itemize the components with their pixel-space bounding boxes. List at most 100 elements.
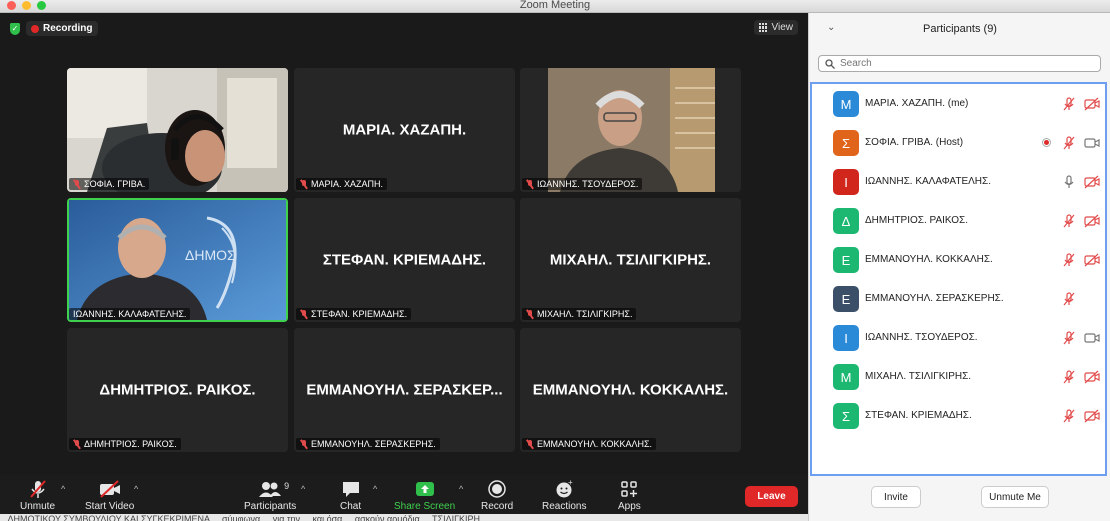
mic-muted-icon bbox=[1062, 409, 1076, 428]
recording-indicator[interactable]: Recording bbox=[26, 21, 99, 36]
camera-off-icon bbox=[98, 479, 122, 499]
reactions-label: Reactions bbox=[542, 501, 587, 512]
participant-row[interactable]: Μ ΜΑΡΙΑ. ΧΑΖΑΠΗ. (me) bbox=[812, 84, 1105, 123]
participant-row[interactable]: Σ ΣΟΦΙΑ. ΓΡΙΒΑ. (Host) bbox=[812, 123, 1105, 162]
participant-name: ΕΜΜΑΝΟΥΗΛ. ΣΕΡΑΣΚΕΡΗΣ. bbox=[865, 293, 1004, 304]
apps-icon bbox=[619, 479, 639, 499]
mic-muted-icon bbox=[526, 309, 534, 319]
record-label: Record bbox=[481, 501, 514, 512]
mic-muted-icon bbox=[526, 439, 534, 449]
shield-icon[interactable]: ✓ bbox=[10, 22, 20, 35]
search-icon bbox=[825, 58, 835, 69]
unmute-button[interactable]: Unmute bbox=[20, 479, 55, 512]
mic-muted-icon bbox=[1062, 331, 1076, 350]
mic-muted-icon bbox=[1062, 97, 1076, 116]
recording-icon bbox=[1042, 138, 1051, 147]
video-tile[interactable]: ΣΟΦΙΑ. ΓΡΙΒΑ. bbox=[67, 68, 288, 192]
video-tile[interactable]: ΜΙΧΑΗΛ. ΤΣΙΛΙΓΚΙΡΗΣ. ΜΙΧΑΗΛ. ΤΣΙΛΙΓΚΙΡΗΣ… bbox=[520, 198, 741, 322]
participant-name: ΕΜΜΑΝΟΥΗΛ. ΚΟΚΚΑΛΗΣ. bbox=[865, 254, 993, 265]
participant-avatar: Ι bbox=[833, 169, 859, 195]
participant-row[interactable]: Ε ΕΜΜΑΝΟΥΗΛ. ΣΕΡΑΣΚΕΡΗΣ. bbox=[812, 279, 1105, 318]
participant-name: ΙΩΑΝΝΗΣ. ΚΑΛΑΦΑΤΕΛΗΣ. bbox=[865, 176, 991, 187]
participant-row[interactable]: Δ ΔΗΜΗΤΡΙΟΣ. ΡΑΙΚΟΣ. bbox=[812, 201, 1105, 240]
mic-muted-icon bbox=[73, 179, 81, 189]
participant-display-name: ΣΤΕΦΑΝ. ΚΡΙΕΜΑΔΗΣ. bbox=[322, 251, 487, 269]
share-options-caret-icon[interactable]: ^ bbox=[459, 484, 463, 494]
participant-search[interactable] bbox=[818, 55, 1101, 72]
camera-off-icon bbox=[1084, 409, 1100, 428]
participant-display-name: ΜΑΡΙΑ. ΧΑΖΑΠΗ. bbox=[342, 121, 467, 139]
video-tile[interactable]: ΕΜΜΑΝΟΥΗΛ. ΚΟΚΚΑΛΗΣ. ΕΜΜΑΝΟΥΗΛ. ΚΟΚΚΑΛΗΣ… bbox=[520, 328, 741, 452]
mic-muted-icon bbox=[1062, 214, 1076, 233]
tile-name-label: ΕΜΜΑΝΟΥΗΛ. ΣΕΡΑΣΚΕΡΗΣ. bbox=[296, 438, 440, 450]
video-tile[interactable]: ΔΗΜΗΤΡΙΟΣ. ΡΑΙΚΟΣ. ΔΗΜΗΤΡΙΟΣ. ΡΑΙΚΟΣ. bbox=[67, 328, 288, 452]
start-video-button[interactable]: Start Video bbox=[85, 479, 134, 512]
participant-video bbox=[520, 68, 741, 192]
record-button[interactable]: Record bbox=[481, 479, 513, 512]
participant-display-name: ΕΜΜΑΝΟΥΗΛ. ΣΕΡΑΣΚΕΡ... bbox=[306, 381, 503, 399]
share-screen-button[interactable]: Share Screen bbox=[394, 479, 455, 512]
leave-button[interactable]: Leave bbox=[745, 486, 798, 507]
camera-off-icon bbox=[1084, 214, 1100, 233]
view-button[interactable]: View bbox=[753, 20, 798, 35]
chat-options-caret-icon[interactable]: ^ bbox=[373, 484, 377, 494]
participant-avatar: Μ bbox=[833, 364, 859, 390]
meeting-area: ✓ Recording View ΣΟΦΙΑ. ΓΡΙΒΑ. ΜΑΡΙΑ. ΧΑ… bbox=[0, 13, 808, 475]
participant-name: ΔΗΜΗΤΡΙΟΣ. ΡΑΙΚΟΣ. bbox=[865, 215, 969, 226]
tile-name-label: ΣΟΦΙΑ. ΓΡΙΒΑ. bbox=[69, 178, 150, 190]
participants-panel: ⌄ Participants (9) ΜΜΑΡΙΑ. ΧΑΖΑΠΗ. (me)Σ… bbox=[808, 13, 1110, 521]
unmute-me-button[interactable]: Unmute Me bbox=[981, 486, 1049, 508]
mic-muted-icon bbox=[1062, 292, 1076, 311]
start-video-label: Start Video bbox=[85, 501, 135, 512]
smiley-plus-icon: + bbox=[554, 479, 574, 499]
svg-text:ΔΗΜΟΣ: ΔΗΜΟΣ bbox=[185, 247, 236, 263]
participant-display-name: ΜΙΧΑΗΛ. ΤΣΙΛΙΓΚΙΡΗΣ. bbox=[549, 251, 712, 269]
participant-list: Μ ΜΑΡΙΑ. ΧΑΖΑΠΗ. (me) Σ ΣΟΦΙΑ. ΓΡΙΒΑ. (Host… bbox=[810, 82, 1107, 476]
participant-row[interactable]: Ε ΕΜΜΑΝΟΥΗΛ. ΚΟΚΚΑΛΗΣ. bbox=[812, 240, 1105, 279]
grid-icon bbox=[758, 23, 768, 32]
tile-name: ΜΑΡΙΑ. ΧΑΖΑΠΗ. bbox=[311, 179, 384, 189]
participant-row[interactable]: Σ ΣΤΕΦΑΝ. ΚΡΙΕΜΑΔΗΣ. bbox=[812, 396, 1105, 435]
participant-row[interactable]: Μ ΜΙΧΑΗΛ. ΤΣΙΛΙΓΚΙΡΗΣ. bbox=[812, 357, 1105, 396]
participants-count: 9 bbox=[284, 481, 290, 491]
mic-muted-icon bbox=[300, 309, 308, 319]
participants-options-caret-icon[interactable]: ^ bbox=[301, 484, 305, 494]
mic-muted-icon bbox=[300, 439, 308, 449]
video-tile[interactable]: ΕΜΜΑΝΟΥΗΛ. ΣΕΡΑΣΚΕΡ... ΕΜΜΑΝΟΥΗΛ. ΣΕΡΑΣΚ… bbox=[294, 328, 515, 452]
mic-muted-icon bbox=[1062, 136, 1076, 155]
audio-options-caret-icon[interactable]: ^ bbox=[61, 484, 65, 494]
record-icon bbox=[487, 479, 507, 499]
invite-button[interactable]: Invite bbox=[871, 486, 921, 508]
view-label: View bbox=[771, 22, 794, 33]
participant-avatar: Μ bbox=[833, 91, 859, 117]
chat-button[interactable]: Chat bbox=[340, 479, 361, 512]
participants-button[interactable]: 9 Participants bbox=[244, 479, 296, 512]
tile-name: ΕΜΜΑΝΟΥΗΛ. ΚΟΚΚΑΛΗΣ. bbox=[537, 439, 653, 449]
reactions-button[interactable]: + Reactions bbox=[542, 479, 586, 512]
participant-avatar: Σ bbox=[833, 130, 859, 156]
participant-row[interactable]: Ι ΙΩΑΝΝΗΣ. ΚΑΛΑΦΑΤΕΛΗΣ. bbox=[812, 162, 1105, 201]
participant-avatar: Ε bbox=[833, 247, 859, 273]
participant-avatar: Ε bbox=[833, 286, 859, 312]
tile-name: ΣΟΦΙΑ. ΓΡΙΒΑ. bbox=[84, 179, 146, 189]
record-dot-icon bbox=[31, 24, 39, 33]
mic-muted-icon bbox=[300, 179, 308, 189]
mic-muted-icon bbox=[28, 479, 48, 499]
chat-label: Chat bbox=[340, 501, 362, 512]
camera-off-icon bbox=[1084, 97, 1100, 116]
mic-icon bbox=[1062, 175, 1076, 194]
search-input[interactable] bbox=[840, 58, 1080, 69]
video-tile[interactable]: ΣΤΕΦΑΝ. ΚΡΙΕΜΑΔΗΣ. ΣΤΕΦΑΝ. ΚΡΙΕΜΑΔΗΣ. bbox=[294, 198, 515, 322]
background-window-text: ...ΔΗΜΟΤΙΚΟΥ ΣΥΜΒΟΥΛΙΟΥ ΚΑΙ ΣΥΓΚΕΚΡΙΜΕΝΑ… bbox=[0, 514, 808, 521]
apps-button[interactable]: Apps bbox=[618, 479, 641, 512]
video-tile-active-speaker[interactable]: ΔΗΜΟΣ ΙΩΑΝΝΗΣ. ΚΑΛΑΦΑΤΕΛΗΣ. bbox=[67, 198, 288, 322]
participants-label: Participants bbox=[244, 501, 297, 512]
video-options-caret-icon[interactable]: ^ bbox=[134, 484, 138, 494]
video-tile[interactable]: ΜΑΡΙΑ. ΧΑΖΑΠΗ. ΜΑΡΙΑ. ΧΑΖΑΠΗ. bbox=[294, 68, 515, 192]
mic-muted-icon bbox=[526, 179, 534, 189]
svg-text:+: + bbox=[568, 479, 573, 487]
video-tile[interactable]: ΙΩΑΝΝΗΣ. ΤΣΟΥΔΕΡΟΣ. bbox=[520, 68, 741, 192]
participant-row[interactable]: Ι ΙΩΑΝΝΗΣ. ΤΣΟΥΔΕΡΟΣ. bbox=[812, 318, 1105, 357]
tile-name: ΣΤΕΦΑΝ. ΚΡΙΕΜΑΔΗΣ. bbox=[311, 309, 408, 319]
camera-icon bbox=[1084, 136, 1100, 155]
